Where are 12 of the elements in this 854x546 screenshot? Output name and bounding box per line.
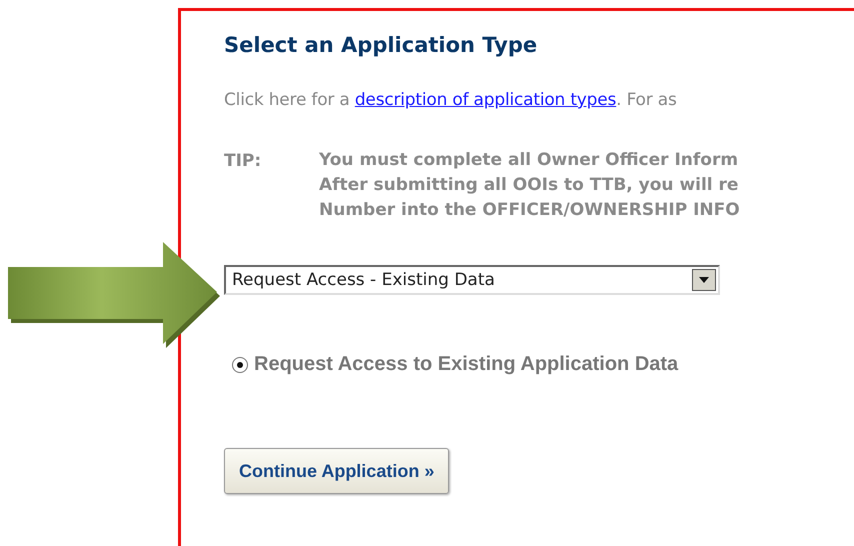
tip-text: Number into the OFFICER/OWNERSHIP INFO <box>319 199 740 222</box>
radio-label[interactable]: Request Access to Existing Application Data <box>254 353 678 376</box>
intro-text: Click here for a description of application types. For as <box>224 90 678 110</box>
continue-button[interactable]: Continue Application » <box>224 448 450 494</box>
radio-button[interactable] <box>232 356 248 372</box>
tip-text: After submitting all OOIs to TTB, you will re <box>319 174 740 197</box>
description-link[interactable]: description of application types <box>354 90 616 110</box>
page-title: Select an Application Type <box>224 33 538 57</box>
application-type-select[interactable]: Request Access - Existing Data <box>224 265 720 295</box>
tip-label: TIP: <box>224 150 262 173</box>
tip-text: You must complete all Owner Officer Inform <box>319 149 740 172</box>
dropdown-caret-icon[interactable] <box>692 269 716 291</box>
